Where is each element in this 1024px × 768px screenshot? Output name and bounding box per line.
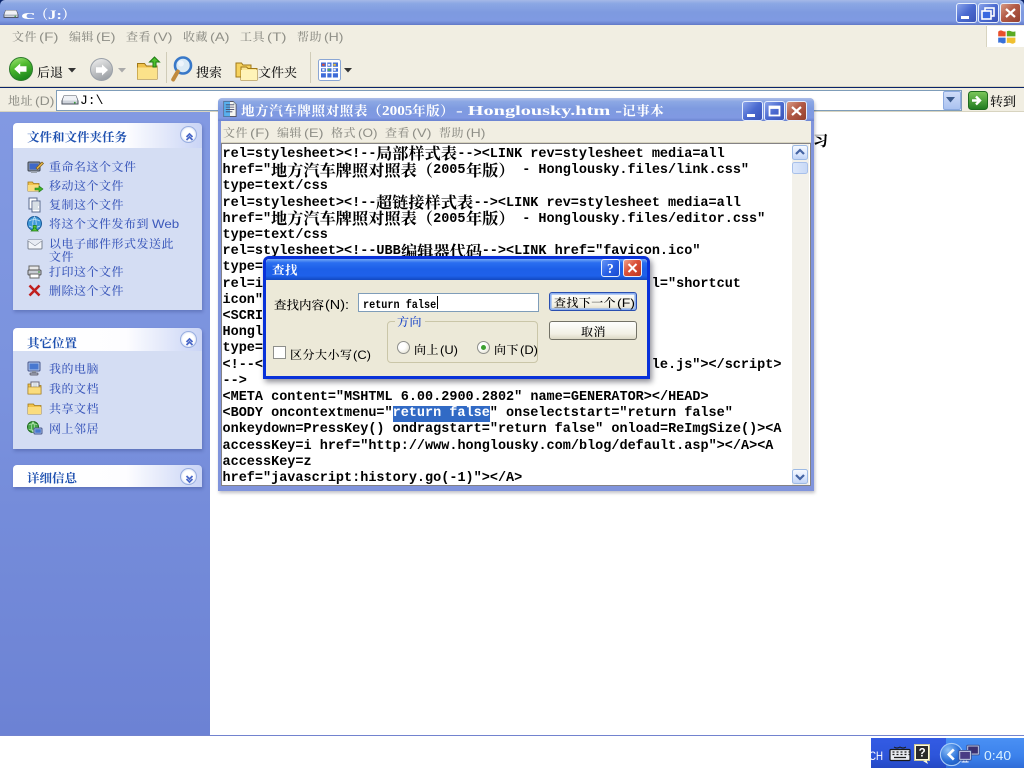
svg-text:(A): (A) [210, 30, 230, 44]
svg-text:c: c [21, 7, 36, 22]
svg-text:0:40: 0:40 [984, 748, 1011, 763]
svg-text:(T): (T) [267, 30, 287, 44]
svg-text:CH: CH [869, 749, 883, 763]
svg-text:2005: 2005 [382, 103, 413, 118]
svg-text:?: ? [607, 261, 614, 276]
svg-text:(D): (D) [520, 343, 538, 357]
svg-text:(H): (H) [324, 30, 344, 44]
svg-text:(H): (H) [466, 126, 486, 140]
svg-text:(V): (V) [153, 30, 173, 44]
svg-text:(U): (U) [440, 343, 458, 357]
svg-text:Web: Web [152, 217, 180, 231]
svg-text:(E): (E) [96, 30, 116, 44]
svg-text:(N):: (N): [325, 298, 349, 312]
svg-text:(E): (E) [304, 126, 324, 140]
svg-text:(C): (C) [353, 348, 371, 362]
svg-text:(D): (D) [35, 94, 55, 108]
svg-text:return false: return false [363, 298, 436, 312]
svg-text:- Honglousky.htm -: - Honglousky.htm - [456, 103, 623, 118]
svg-text:(O): (O) [358, 126, 378, 140]
svg-text:?: ? [919, 748, 926, 760]
svg-text:(F): (F) [617, 296, 635, 310]
svg-text:J:: J: [48, 7, 62, 22]
svg-text:(F): (F) [250, 126, 270, 140]
svg-text:(V): (V) [412, 126, 432, 140]
svg-text:(F): (F) [39, 30, 59, 44]
